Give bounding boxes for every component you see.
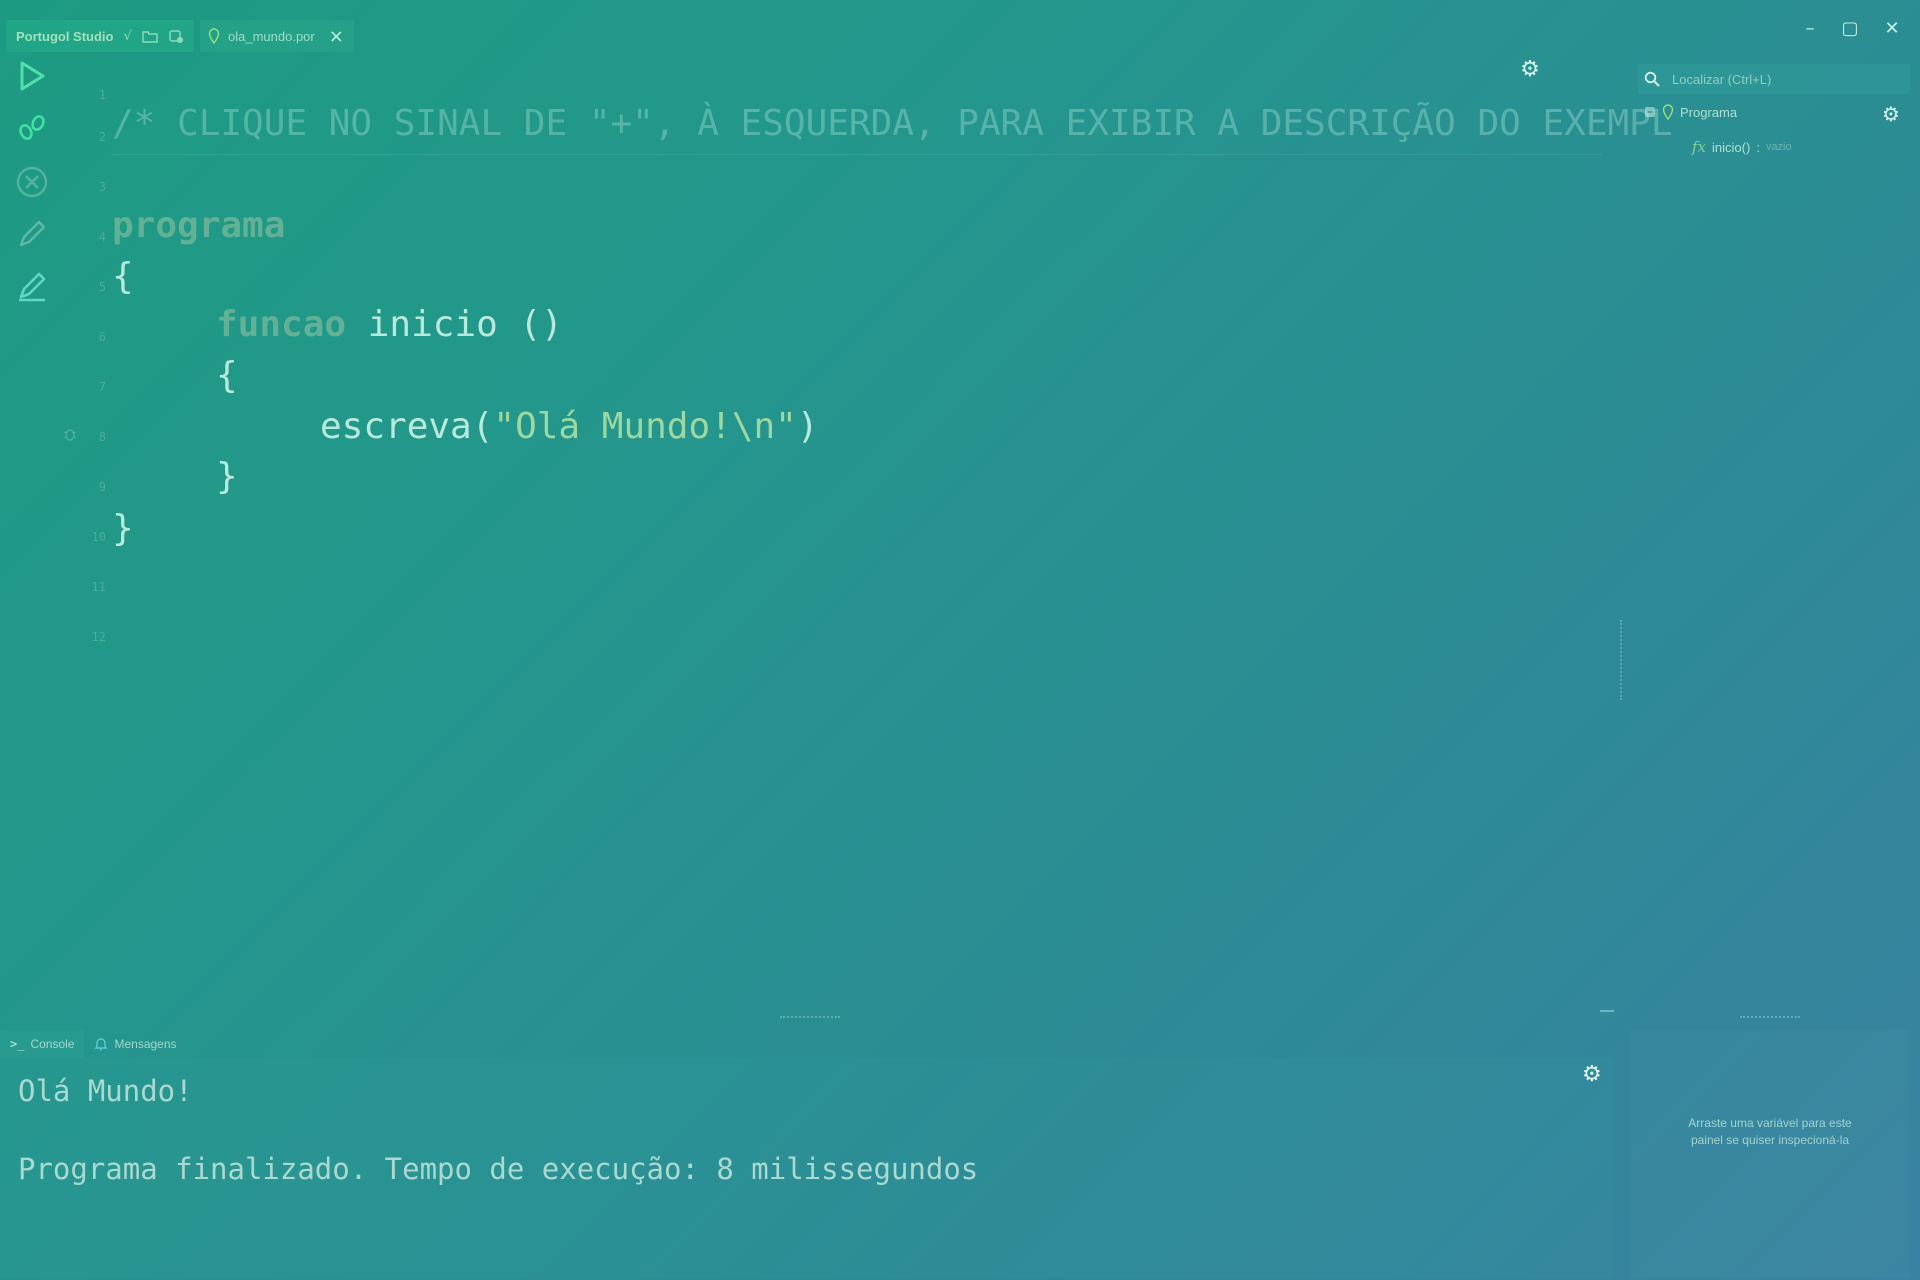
breakpoint-bug-icon[interactable] bbox=[62, 426, 78, 442]
plugins-icon[interactable] bbox=[168, 28, 184, 44]
stop-circle-icon bbox=[16, 166, 48, 198]
brace-open: { bbox=[112, 256, 134, 297]
line-number: 1 bbox=[98, 88, 106, 102]
footsteps-icon bbox=[19, 115, 45, 140]
play-icon bbox=[20, 61, 45, 91]
pencil-icon bbox=[19, 220, 46, 247]
outline-search[interactable] bbox=[1638, 64, 1910, 94]
stop-button[interactable] bbox=[14, 164, 50, 200]
string-literal: "Olá Mundo!\n" bbox=[493, 406, 797, 447]
save-button[interactable] bbox=[14, 216, 50, 252]
minimize-button[interactable]: – bbox=[1796, 14, 1824, 42]
maximize-button[interactable]: ▢ bbox=[1836, 14, 1864, 42]
editor-settings-gear-icon[interactable]: ⚙ bbox=[1518, 58, 1542, 82]
location-pin-icon bbox=[1662, 104, 1674, 120]
outline-settings-gear-icon[interactable]: ⚙ bbox=[1882, 102, 1900, 126]
inspector-hint-line-1: Arraste uma variável para este bbox=[1688, 1116, 1852, 1130]
app-name: Portugol Studio bbox=[16, 28, 114, 44]
function-icon: fx bbox=[1692, 138, 1707, 156]
location-pin-icon bbox=[208, 28, 220, 44]
search-icon bbox=[1644, 71, 1660, 87]
close-window-button[interactable]: ✕ bbox=[1878, 14, 1906, 42]
line-number: 4 bbox=[98, 230, 106, 244]
tab-messages[interactable]: Mensagens bbox=[84, 1030, 186, 1058]
statement-escreva: escreva("Olá Mundo!\n") bbox=[320, 406, 819, 447]
brace-open: { bbox=[216, 355, 238, 396]
keyword-funcao: funcao bbox=[216, 304, 347, 345]
inspector-splitter[interactable] bbox=[1740, 1016, 1800, 1020]
vertical-splitter[interactable] bbox=[1620, 620, 1624, 700]
outline-panel: ⚙ Programa fx inicio() : vazio bbox=[1630, 58, 1920, 1018]
inspector-hint-line-2: painel se quiser inspecioná-la bbox=[1690, 1133, 1850, 1147]
horizontal-splitter[interactable] bbox=[780, 1016, 840, 1020]
line-number: 11 bbox=[91, 580, 106, 594]
app-window: Portugol Studio √ ola_mundo.por × – ▢ ✕ bbox=[0, 0, 1920, 1280]
file-tab-label: ola_mundo.por bbox=[228, 28, 315, 44]
variable-inspector[interactable]: Arraste uma variável para este painel se… bbox=[1630, 1030, 1910, 1278]
pencil-edit-icon bbox=[19, 272, 46, 302]
function-declaration: funcao inicio () bbox=[216, 304, 563, 345]
line-number: 9 bbox=[98, 480, 106, 494]
inspector-hint: Arraste uma variável para este painel se… bbox=[1630, 1115, 1910, 1149]
tree-item-programa[interactable]: Programa bbox=[1644, 104, 1737, 120]
line-number: 3 bbox=[98, 180, 106, 194]
brace-close: } bbox=[216, 456, 238, 497]
left-toolbar bbox=[0, 58, 62, 1018]
line-number: 2 bbox=[98, 130, 106, 144]
minimize-console-icon[interactable] bbox=[1600, 1010, 1614, 1012]
call-close: ) bbox=[796, 406, 819, 447]
console-tabs: >_ Console Mensagens bbox=[0, 1030, 187, 1058]
code-editor[interactable]: 1 2 3 4 5 6 7 8 9 10 11 12 /* CLIQUE NO … bbox=[62, 58, 1673, 1018]
brace-close: } bbox=[112, 508, 134, 549]
step-button[interactable] bbox=[14, 110, 50, 146]
tab-console[interactable]: >_ Console bbox=[0, 1030, 85, 1058]
tree-item-inicio[interactable]: fx inicio() : vazio bbox=[1692, 138, 1792, 156]
tree-item-label: Programa bbox=[1680, 104, 1738, 120]
line-number: 5 bbox=[98, 280, 106, 294]
console-line: Olá Mundo! bbox=[18, 1074, 193, 1108]
keyword-programa: programa bbox=[112, 205, 286, 246]
close-tab-icon[interactable]: × bbox=[329, 26, 344, 47]
console-settings-gear-icon[interactable]: ⚙ bbox=[1582, 1062, 1602, 1087]
run-button[interactable] bbox=[14, 58, 50, 94]
code-comment: /* CLIQUE NO SINAL DE "+", À ESQUERDA, P… bbox=[112, 103, 1673, 144]
search-input[interactable] bbox=[1670, 70, 1874, 88]
line-number: 6 bbox=[98, 330, 106, 344]
line-number: 12 bbox=[91, 630, 106, 644]
save-as-button[interactable] bbox=[14, 268, 50, 304]
call-name: escreva( bbox=[320, 406, 494, 447]
folder-icon[interactable] bbox=[142, 28, 158, 44]
tab-label: Mensagens bbox=[114, 1037, 177, 1051]
return-type: vazio bbox=[1765, 141, 1792, 153]
code-area[interactable]: /* CLIQUE NO SINAL DE "+", À ESQUERDA, P… bbox=[112, 58, 1673, 1018]
title-bar: Portugol Studio √ ola_mundo.por × – ▢ ✕ bbox=[0, 0, 1920, 58]
home-tab[interactable]: Portugol Studio √ bbox=[6, 20, 194, 52]
tree-item-label: inicio() bbox=[1712, 139, 1751, 155]
console-output[interactable]: Olá Mundo! Programa finalizado. Tempo de… bbox=[0, 1058, 1614, 1278]
file-tab-ola-mundo[interactable]: ola_mundo.por × bbox=[200, 20, 354, 52]
tree-item-separator: : bbox=[1756, 139, 1760, 155]
check-icon: √ bbox=[123, 28, 132, 44]
line-gutter: 1 2 3 4 5 6 7 8 9 10 11 12 bbox=[62, 58, 106, 1018]
line-number: 7 bbox=[98, 380, 106, 394]
function-name: inicio () bbox=[346, 304, 563, 345]
console-line: Programa finalizado. Tempo de execução: … bbox=[18, 1152, 979, 1186]
bell-icon bbox=[94, 1038, 109, 1051]
collapse-icon[interactable] bbox=[1644, 106, 1656, 118]
line-number: 10 bbox=[91, 530, 106, 544]
terminal-icon: >_ bbox=[10, 1037, 25, 1051]
tab-label: Console bbox=[30, 1037, 75, 1051]
